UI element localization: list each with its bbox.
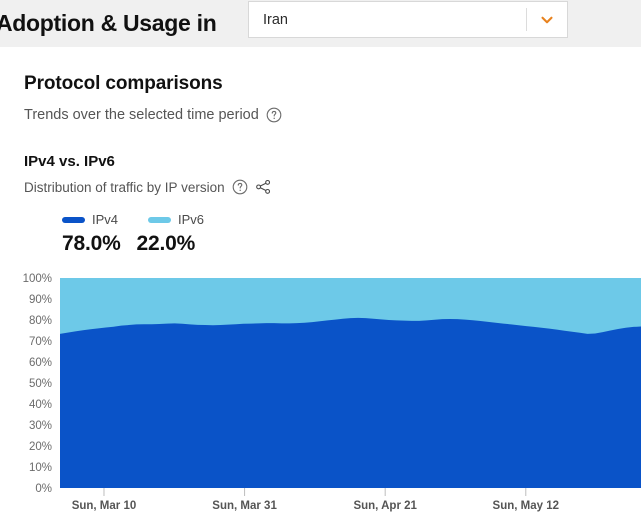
chevron-down-icon[interactable] — [527, 2, 567, 37]
y-axis-tick-label: 50% — [29, 378, 52, 390]
y-axis-tick-label: 10% — [29, 462, 52, 474]
legend-item-ipv6[interactable]: IPv6 — [148, 212, 204, 227]
y-axis-tick-label: 60% — [29, 357, 52, 369]
x-axis-tick-label: Sun, Mar 10 — [72, 500, 137, 512]
legend-labels-row: IPv4 IPv6 — [62, 212, 641, 227]
card-title: IPv4 vs. IPv6 — [24, 153, 115, 170]
y-axis-tick-label: 40% — [29, 399, 52, 411]
ipv4-ipv6-area-chart[interactable]: 100% 90% 80% 70% 60% 50% 40% 30% 20% 10% 0% Sun, M… — [0, 268, 641, 523]
plot-area — [60, 278, 641, 488]
page-header: Adoption & Usage in Iran — [0, 0, 641, 47]
y-axis-labels: 100% 90% 80% 70% 60% 50% 40% 30% 20% 10% 0% — [23, 273, 52, 495]
legend-swatch-ipv4 — [62, 216, 85, 223]
section-subtitle: Trends over the selected time period — [24, 107, 259, 123]
country-select-value: Iran — [263, 11, 288, 28]
legend-value-ipv4: 78.0% — [62, 232, 121, 255]
section-title: Protocol comparisons — [24, 73, 223, 94]
legend-value-ipv6: 22.0% — [136, 232, 196, 255]
card-subtitle-row: Distribution of traffic by IP version — [24, 179, 641, 195]
y-axis-tick-label: 70% — [29, 336, 52, 348]
y-axis-tick-label: 20% — [29, 441, 52, 453]
help-circle-icon[interactable] — [232, 179, 248, 195]
chart-legend: IPv4 IPv6 78.0% 22.0% — [62, 212, 641, 256]
y-axis-tick-label: 100% — [23, 273, 52, 285]
help-circle-icon[interactable] — [266, 107, 282, 123]
legend-item-ipv4[interactable]: IPv4 — [62, 212, 118, 227]
y-axis-tick-label: 90% — [29, 294, 52, 306]
chart-svg: 100% 90% 80% 70% 60% 50% 40% 30% 20% 10% 0% Sun, M… — [23, 273, 641, 512]
page-title: Adoption & Usage in — [0, 10, 217, 36]
x-axis-tick-label: Sun, Apr 21 — [353, 500, 417, 512]
ipv4-area — [60, 317, 641, 488]
country-select[interactable]: Iran — [248, 1, 568, 38]
share-icon[interactable] — [255, 179, 272, 195]
y-axis-tick-label: 0% — [35, 483, 52, 495]
legend-swatch-ipv6 — [148, 216, 172, 223]
x-axis-tick-label: Sun, Mar 31 — [212, 500, 277, 512]
legend-label-ipv6: IPv6 — [178, 212, 205, 227]
legend-label-ipv4: IPv4 — [92, 212, 119, 227]
legend-values-row: 78.0% 22.0% — [62, 232, 641, 256]
card-subtitle: Distribution of traffic by IP version — [24, 179, 225, 195]
y-axis-tick-label: 30% — [29, 420, 52, 432]
x-axis: Sun, Mar 10 Sun, Mar 31 Sun, Apr 21 Sun, Ma… — [72, 488, 559, 512]
y-axis-tick-label: 80% — [29, 315, 52, 327]
x-axis-tick-label: Sun, May 12 — [493, 500, 559, 512]
section-subtitle-row: Trends over the selected time period — [24, 107, 641, 123]
